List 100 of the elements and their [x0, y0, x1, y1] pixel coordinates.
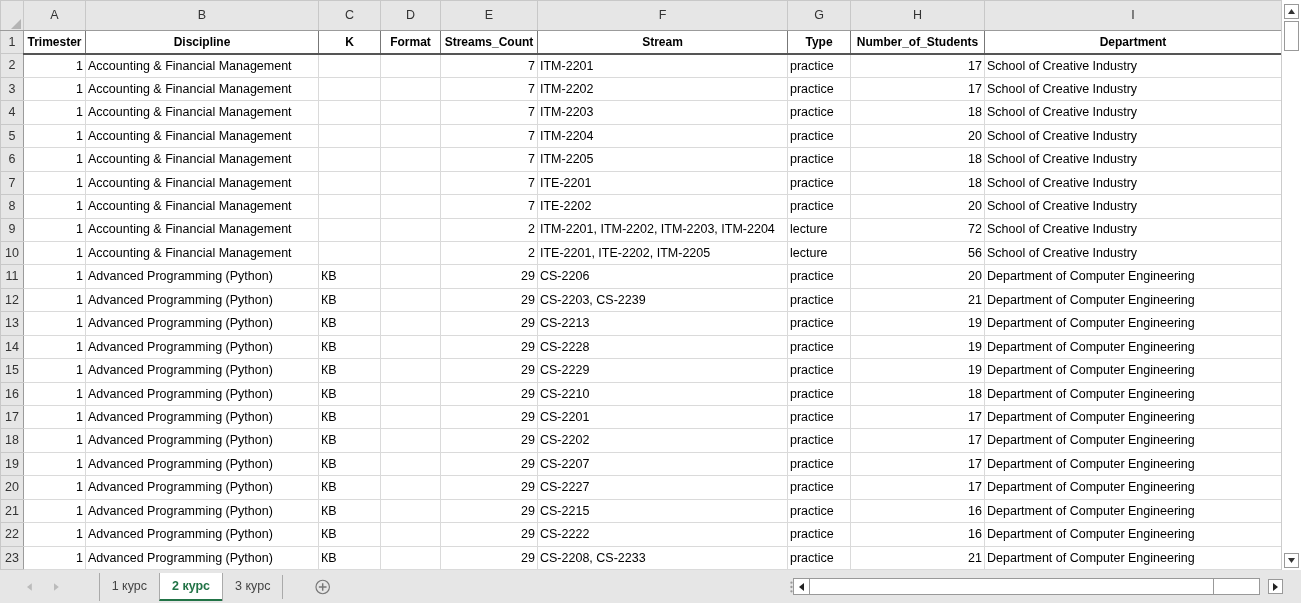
table-cell: practice — [790, 199, 834, 214]
table-cell: Advanced Programming (Python) — [88, 456, 273, 471]
scroll-down-button[interactable] — [1284, 553, 1299, 568]
table-cell: 16 — [968, 527, 982, 542]
table-cell: CS-2222 — [540, 527, 590, 542]
horizontal-scrollbar[interactable] — [792, 578, 1261, 595]
row-number[interactable]: 6 — [0, 147, 24, 172]
table-cell: Department of Computer Engineering — [987, 409, 1195, 424]
table-cell: 29 — [521, 316, 535, 331]
column-letter[interactable]: B — [85, 0, 319, 31]
table-cell: lecture — [790, 222, 828, 237]
row-number[interactable]: 21 — [0, 499, 24, 523]
row-number[interactable]: 19 — [0, 452, 24, 476]
column-letter[interactable]: A — [23, 0, 86, 31]
table-cell: Department of Computer Engineering — [987, 480, 1195, 495]
scroll-up-button[interactable] — [1284, 4, 1299, 19]
table-cell: School of Creative Industry — [987, 105, 1138, 120]
row-number[interactable]: 5 — [0, 124, 24, 148]
table-cell: 21 — [968, 550, 982, 565]
row-number[interactable]: 16 — [0, 382, 24, 406]
row-number[interactable]: 10 — [0, 241, 24, 265]
table-cell: Advanced Programming (Python) — [88, 339, 273, 354]
table-cell: Advanced Programming (Python) — [88, 269, 273, 284]
select-all-icon[interactable] — [11, 19, 21, 30]
next-sheet-icon[interactable] — [53, 582, 59, 591]
row-number[interactable]: 22 — [0, 522, 24, 547]
table-cell: 17 — [968, 81, 982, 96]
add-sheet-icon[interactable] — [315, 578, 331, 595]
column-letter[interactable]: C — [318, 0, 381, 31]
row-number[interactable]: 12 — [0, 288, 24, 312]
table-cell: Accounting & Financial Management — [88, 222, 292, 237]
table-cell: 29 — [521, 456, 535, 471]
table-cell: CS-2229 — [540, 363, 590, 378]
row-number[interactable]: 7 — [0, 171, 24, 195]
table-cell: practice — [790, 105, 834, 120]
column-header: Format — [390, 34, 431, 49]
row-number[interactable]: 4 — [0, 100, 24, 125]
row-number[interactable]: 13 — [0, 311, 24, 336]
row-number[interactable]: 17 — [0, 405, 24, 429]
column-letter[interactable]: D — [380, 0, 441, 31]
column-letter[interactable]: G — [787, 0, 851, 31]
table-cell: 21 — [968, 292, 982, 307]
row-number[interactable]: 9 — [0, 218, 24, 242]
table-cell: 17 — [968, 480, 982, 495]
table-cell: School of Creative Industry — [987, 222, 1138, 237]
table-cell: ITM-2205 — [540, 152, 594, 167]
table-cell: Department of Computer Engineering — [987, 503, 1195, 518]
table-cell: 2 — [528, 245, 535, 260]
splitter-icon[interactable] — [789, 580, 793, 593]
table-cell: Advanced Programming (Python) — [88, 433, 273, 448]
column-letter[interactable]: H — [850, 0, 985, 31]
table-cell: 2 — [528, 222, 535, 237]
previous-sheet-icon[interactable] — [27, 582, 32, 591]
column-letter[interactable]: F — [537, 0, 788, 31]
table-cell: 7 — [528, 105, 535, 120]
row-number[interactable]: 18 — [0, 428, 24, 453]
scrollbar-thumb[interactable] — [808, 579, 1214, 594]
row-number[interactable]: 14 — [0, 335, 24, 359]
up-arrow-icon — [1288, 9, 1295, 14]
column-letter[interactable]: E — [440, 0, 538, 31]
table-cell: practice — [790, 456, 834, 471]
table-cell: ITE-2201, ITE-2202, ITM-2205 — [540, 245, 711, 260]
column-letter[interactable]: I — [984, 0, 1281, 31]
table-cell: 1 — [76, 152, 83, 167]
table-cell: practice — [790, 386, 834, 401]
row-number[interactable]: 3 — [0, 77, 24, 101]
table-cell: practice — [790, 316, 834, 331]
sheet-tab[interactable]: 1 курс — [98, 572, 159, 601]
table-cell: КВ — [321, 386, 337, 401]
scroll-right-button[interactable] — [1268, 579, 1283, 594]
row-number[interactable]: 20 — [0, 475, 24, 500]
row-number[interactable]: 2 — [0, 53, 24, 78]
table-cell: 1 — [76, 433, 83, 448]
table-cell: Advanced Programming (Python) — [88, 316, 273, 331]
row-number[interactable]: 11 — [0, 264, 24, 289]
table-cell: CS-2202 — [540, 433, 590, 448]
table-cell: 17 — [968, 456, 982, 471]
table-cell: 1 — [76, 58, 83, 73]
table-cell: 1 — [76, 175, 83, 190]
table-cell: 7 — [528, 81, 535, 96]
table-cell: ITE-2201 — [540, 175, 592, 190]
table-cell: practice — [790, 433, 834, 448]
scrollbar-thumb[interactable] — [1284, 21, 1299, 51]
row-number[interactable]: 8 — [0, 194, 24, 218]
table-cell: 18 — [968, 105, 982, 120]
sheet-tab[interactable]: 2 курс — [159, 572, 223, 601]
scroll-left-icon[interactable] — [798, 582, 804, 591]
row-number[interactable]: 1 — [0, 30, 24, 54]
table-cell: Advanced Programming (Python) — [88, 550, 273, 565]
row-number[interactable]: 15 — [0, 358, 24, 383]
row-number[interactable]: 23 — [0, 546, 24, 570]
table-cell: Department of Computer Engineering — [987, 550, 1195, 565]
table-cell: 18 — [968, 175, 982, 190]
table-cell: practice — [790, 175, 834, 190]
table-cell: 20 — [968, 199, 982, 214]
table-cell: School of Creative Industry — [987, 81, 1138, 96]
table-cell: School of Creative Industry — [987, 175, 1138, 190]
table-cell: 20 — [968, 269, 982, 284]
table-cell: practice — [790, 269, 834, 284]
table-cell: 29 — [521, 527, 535, 542]
